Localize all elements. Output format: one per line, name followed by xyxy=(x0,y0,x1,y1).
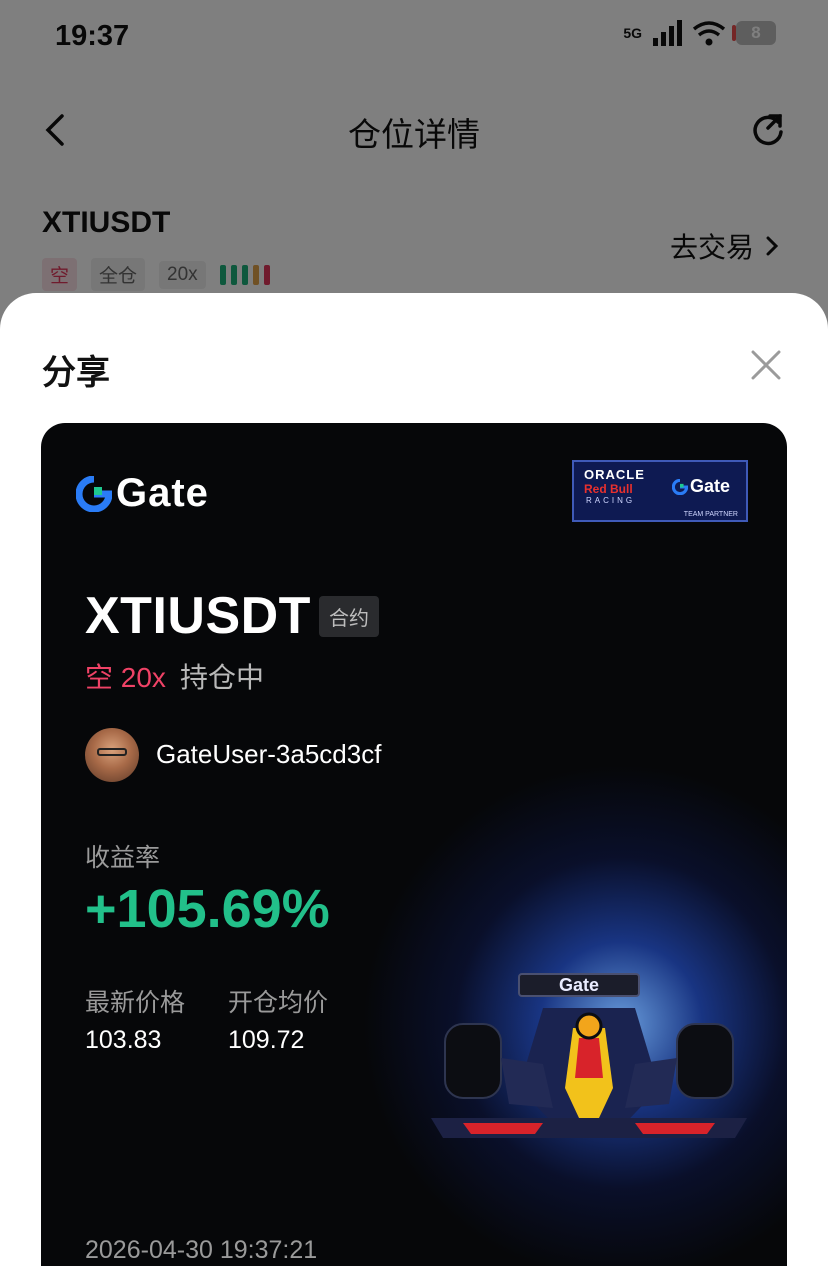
partner-gate-text: Gate xyxy=(690,476,731,496)
avatar xyxy=(85,728,139,782)
gate-logo-text: Gate xyxy=(116,471,209,515)
f1-car-image: Gate xyxy=(431,973,747,1138)
partner-line1: ORACLE xyxy=(584,467,645,482)
car-wing-text: Gate xyxy=(559,975,599,995)
redbull-partner-badge: ORACLE Red Bull RACING Gate TEAM PARTNER xyxy=(572,460,748,522)
contract-tag: 合约 xyxy=(319,596,379,637)
partner-gate-icon xyxy=(672,478,688,495)
position-side-line: 空 20x 持仓中 xyxy=(85,656,264,696)
roi-label: 收益率 xyxy=(85,844,161,872)
latest-price-label: 最新价格 xyxy=(85,989,186,1017)
holding-status: 持仓中 xyxy=(179,662,264,693)
entry-price-value: 109.72 xyxy=(228,1026,305,1054)
share-datetime: 2026-04-30 19:37:21 xyxy=(85,1236,318,1264)
entry-price-label: 开仓均价 xyxy=(228,989,329,1017)
gate-logo: Gate xyxy=(76,471,209,516)
latest-price-value: 103.83 xyxy=(85,1026,162,1054)
share-card: Gate ORACLE Red Bull RACING Gate TEAM PA… xyxy=(41,423,787,1266)
roi-value: +105.69% xyxy=(85,879,330,939)
card-symbol: XTIUSDT xyxy=(85,587,311,645)
share-sheet: 分享 Gate ORACLE Red Bull RACING Gate TEAM… xyxy=(0,293,828,1266)
partner-tag: TEAM PARTNER xyxy=(683,511,738,518)
close-icon[interactable] xyxy=(750,349,782,381)
gate-logo-icon xyxy=(76,475,112,512)
share-sheet-title: 分享 xyxy=(42,354,110,392)
partner-line3: RACING xyxy=(586,496,636,505)
avatar-glasses xyxy=(97,748,127,756)
side-leverage: 空 20x xyxy=(85,662,166,693)
username: GateUser-3a5cd3cf xyxy=(156,739,382,769)
partner-gate-logo: Gate xyxy=(672,476,730,497)
partner-line2: Red Bull xyxy=(584,482,633,496)
